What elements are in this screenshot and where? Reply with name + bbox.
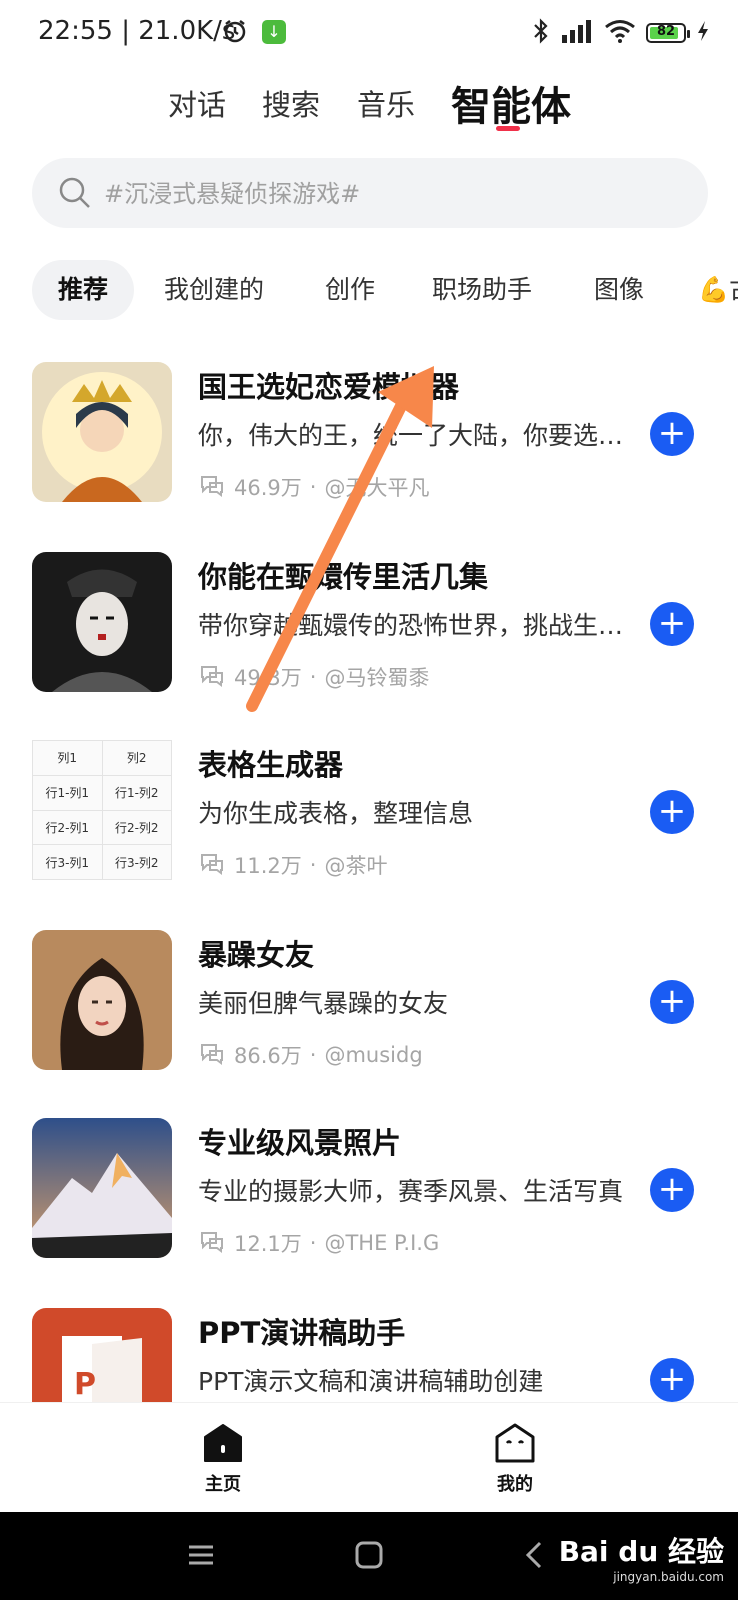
list-item[interactable]: 国王选妃恋爱模拟器 你，伟大的王，统一了大陆，你要选妃了 46.9万 · @无大… <box>0 362 738 532</box>
wifi-icon <box>604 19 636 47</box>
agent-avatar <box>32 362 172 502</box>
add-agent-button[interactable]: + <box>650 602 694 646</box>
download-icon: ↓ <box>262 20 286 44</box>
watermark-url: jingyan.baidu.com <box>613 1570 724 1584</box>
list-item[interactable]: 专业级风景照片 专业的摄影大师，赛季风景、生活写真 12.1万 · @THE P… <box>0 1118 738 1288</box>
agent-description: 为你生成表格，整理信息 <box>198 799 474 828</box>
battery-icon: 82 <box>646 23 690 43</box>
list-item[interactable]: 你能在甄嬛传里活几集 带你穿越甄嬛传的恐怖世界，挑战生存极限 49.3万 · @… <box>0 552 738 722</box>
add-agent-button[interactable]: + <box>650 790 694 834</box>
category-workplace[interactable]: 职场助手 <box>432 260 532 320</box>
back-icon[interactable] <box>522 1540 546 1574</box>
baidu-watermark: Bai du 经验 jingyan.baidu.com <box>559 1530 724 1584</box>
chat-bubble-icon <box>198 1041 226 1070</box>
agent-avatar <box>32 930 172 1070</box>
agent-author[interactable]: @musidg <box>324 1043 422 1067</box>
agent-avatar <box>32 1118 172 1258</box>
agent-title: 你能在甄嬛传里活几集 <box>198 560 489 594</box>
agent-description: 带你穿越甄嬛传的恐怖世界，挑战生存极限 <box>198 611 638 640</box>
agent-title: PPT演讲稿助手 <box>198 1316 406 1350</box>
agent-description: 你，伟大的王，统一了大陆，你要选妃了 <box>198 421 638 450</box>
bottom-nav: 主页 我的 <box>0 1402 738 1513</box>
list-item[interactable]: 列1 列2 行1-列1 行1-列2 行2-列1 行2-列2 行3-列1 行3-列2 表格… <box>0 740 738 910</box>
status-time: 22:55 | 21.0K/s <box>38 16 236 46</box>
menu-icon[interactable] <box>186 1540 216 1574</box>
agent-meta: 11.2万 · @茶叶 <box>198 850 387 880</box>
list-item[interactable]: P PPT演讲稿助手 PPT演示文稿和演讲稿辅助创建 + <box>0 1308 738 1402</box>
tab-agents[interactable]: 智能体 <box>451 74 571 132</box>
chat-count: 86.6万 <box>234 1044 302 1068</box>
agent-meta: 12.1万 · @THE P.I.G <box>198 1228 439 1258</box>
agent-title: 表格生成器 <box>198 748 344 782</box>
agent-avatar: 列1 列2 行1-列1 行1-列2 行2-列1 行2-列2 行3-列1 行3-列2 <box>32 740 172 880</box>
nav-mine[interactable]: 我的 <box>455 1421 575 1496</box>
chat-bubble-icon <box>198 473 226 502</box>
agent-author[interactable]: @无大平凡 <box>324 472 429 502</box>
profile-icon <box>455 1421 575 1470</box>
agent-author[interactable]: @马铃蜀黍 <box>324 662 429 692</box>
agent-avatar <box>32 552 172 692</box>
chat-bubble-icon <box>198 663 226 692</box>
nav-home[interactable]: 主页 <box>163 1421 283 1496</box>
search-input[interactable] <box>102 158 686 230</box>
chat-count: 46.9万 <box>234 476 302 500</box>
agent-title: 暴躁女友 <box>198 938 315 972</box>
add-agent-button[interactable]: + <box>650 1358 694 1402</box>
agent-meta: 49.3万 · @马铃蜀黍 <box>198 662 429 692</box>
chat-bubble-icon <box>198 1229 226 1258</box>
chat-bubble-icon <box>198 851 226 880</box>
search-bar[interactable] <box>32 158 708 230</box>
charging-icon <box>696 20 710 46</box>
category-tabs: 推荐 我创建的 创作 职场助手 图像 💪古 <box>0 260 738 320</box>
agent-meta: 86.6万 · @musidg <box>198 1040 423 1070</box>
agent-meta: 46.9万 · @无大平凡 <box>198 472 429 502</box>
agent-author[interactable]: @茶叶 <box>324 850 387 880</box>
signal-icon <box>560 19 594 47</box>
agent-avatar: P <box>32 1308 172 1402</box>
nav-mine-label: 我的 <box>497 1474 533 1495</box>
agent-author[interactable]: @THE P.I.G <box>324 1231 439 1255</box>
status-bar: 22:55 | 21.0K/s ↓ 82 <box>0 0 738 66</box>
bluetooth-icon <box>532 18 550 48</box>
top-tabs: 对话 搜索 音乐 智能体 <box>0 72 738 134</box>
category-mine[interactable]: 我创建的 <box>164 260 264 320</box>
nav-home-label: 主页 <box>205 1474 241 1495</box>
add-agent-button[interactable]: + <box>650 980 694 1024</box>
home-icon <box>163 1421 283 1470</box>
chat-count: 12.1万 <box>234 1232 302 1256</box>
table-preview: 列1 列2 行1-列1 行1-列2 行2-列1 行2-列2 行3-列1 行3-列2 <box>32 740 172 880</box>
agent-title: 国王选妃恋爱模拟器 <box>198 370 460 404</box>
tab-search[interactable]: 搜索 <box>262 82 320 124</box>
active-tab-indicator <box>496 126 520 131</box>
tab-chat[interactable]: 对话 <box>168 82 226 124</box>
category-creation[interactable]: 创作 <box>325 260 375 320</box>
battery-level: 82 <box>656 24 676 39</box>
home-square-icon[interactable] <box>354 1540 384 1574</box>
tab-music[interactable]: 音乐 <box>357 82 415 124</box>
agent-description: 美丽但脾气暴躁的女友 <box>198 989 449 1018</box>
svg-text:P: P <box>74 1367 96 1402</box>
category-recommend[interactable]: 推荐 <box>32 260 135 320</box>
chat-count: 49.3万 <box>234 666 302 690</box>
category-more[interactable]: 💪古 <box>698 260 738 320</box>
system-nav-bar: Bai du 经验 jingyan.baidu.com <box>0 1512 738 1600</box>
agent-title: 专业级风景照片 <box>198 1126 402 1160</box>
agent-description: 专业的摄影大师，赛季风景、生活写真 <box>198 1177 624 1206</box>
agent-description: PPT演示文稿和演讲稿辅助创建 <box>198 1367 544 1396</box>
list-item[interactable]: 暴躁女友 美丽但脾气暴躁的女友 86.6万 · @musidg + <box>0 930 738 1100</box>
watermark-brand: Bai du 经验 <box>558 1535 724 1568</box>
add-agent-button[interactable]: + <box>650 412 694 456</box>
search-icon <box>58 176 92 214</box>
add-agent-button[interactable]: + <box>650 1168 694 1212</box>
category-image[interactable]: 图像 <box>594 260 644 320</box>
alarm-icon <box>222 18 248 48</box>
chat-count: 11.2万 <box>234 854 302 878</box>
